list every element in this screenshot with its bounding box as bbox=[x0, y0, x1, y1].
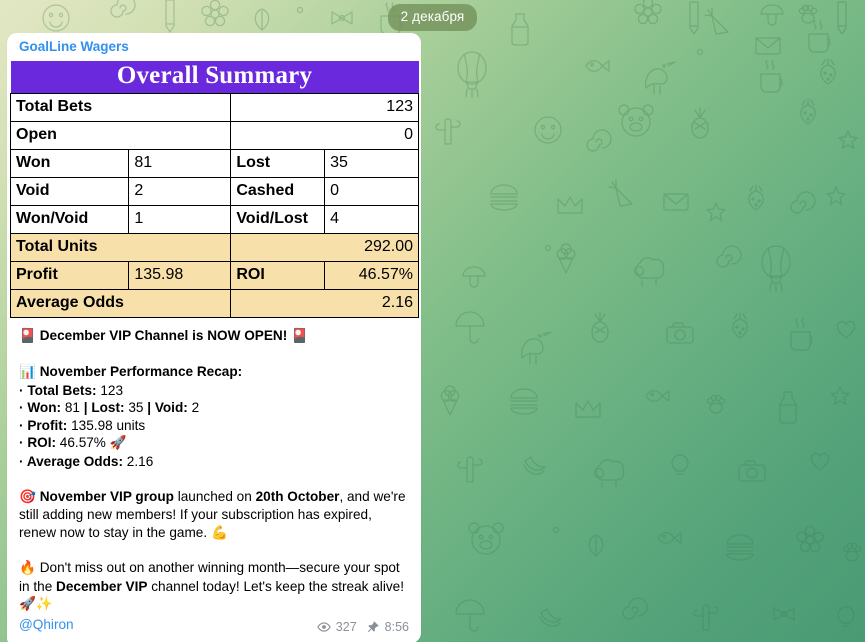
summary-row: Total Units 292.00 bbox=[9, 233, 419, 263]
recap-label: Won: bbox=[27, 400, 62, 416]
summary-row: Average Odds 2.16 bbox=[9, 289, 419, 319]
summary-row: Open 0 bbox=[9, 121, 419, 151]
headline-text: December VIP Channel is NOW OPEN! bbox=[39, 328, 288, 344]
pin-icon bbox=[366, 620, 380, 634]
summary-label: Void bbox=[9, 177, 130, 207]
spacer-2 bbox=[19, 471, 409, 488]
summary-value: 1 bbox=[128, 205, 232, 235]
summary-row: Total Bets 123 bbox=[9, 93, 419, 123]
summary-label-2: Void/Lost bbox=[230, 205, 326, 235]
recap-line: · Average Odds: 2.16 bbox=[19, 453, 409, 471]
bar-chart-icon: 📊 bbox=[19, 363, 36, 380]
recap-value-3: 2 bbox=[187, 400, 200, 416]
rocket-sparkles-icon: 🚀✨ bbox=[19, 596, 53, 613]
summary-value: 81 bbox=[128, 149, 232, 179]
november-vip-group-bold: November VIP group bbox=[39, 488, 174, 504]
paragraph-vip-group: 🎯 November VIP group launched on 20th Oc… bbox=[19, 488, 409, 543]
recap-label: Total Bets: bbox=[27, 382, 97, 398]
recap-label: Profit: bbox=[27, 417, 68, 433]
flower-card-icon-right: 🎴 bbox=[291, 328, 308, 345]
summary-label: Won/Void bbox=[9, 205, 130, 235]
summary-value: 0 bbox=[230, 121, 419, 151]
date-divider-label: 2 декабря bbox=[387, 4, 478, 31]
recap-line: · Profit: 135.98 units bbox=[19, 417, 409, 435]
summary-value: 292.00 bbox=[230, 233, 419, 263]
recap-label-3: | Void: bbox=[147, 400, 188, 416]
summary-label: Average Odds bbox=[9, 289, 232, 319]
summary-label-2: Lost bbox=[230, 149, 326, 179]
summary-label: Profit bbox=[9, 261, 130, 291]
recap-value: 46.57% bbox=[56, 435, 110, 451]
eye-icon bbox=[316, 620, 331, 634]
spacer-1 bbox=[19, 346, 409, 363]
channel-handle-link[interactable]: @Qhiron bbox=[19, 617, 74, 632]
recap-list: · Total Bets: 123 · Won: 81 | Lost: 35 | … bbox=[19, 382, 409, 471]
summary-row: Won 81 Lost 35 bbox=[9, 149, 419, 179]
recap-value-2: 35 bbox=[124, 400, 148, 416]
message-meta: 327 8:56 bbox=[316, 619, 409, 634]
summary-title-row: Overall Summary bbox=[10, 60, 419, 95]
fire-icon: 🔥 bbox=[19, 560, 36, 577]
message-time: 8:56 bbox=[384, 619, 409, 634]
summary-label: Open bbox=[9, 121, 232, 151]
overall-summary-table: Overall Summary Total Bets 123 Open 0 Won 81 Lo… bbox=[9, 60, 419, 319]
headline-line: 🎴 December VIP Channel is NOW OPEN! 🎴 bbox=[19, 327, 409, 346]
recap-line: · Won: 81 | Lost: 35 | Void: 2 bbox=[19, 399, 409, 417]
launch-date-bold: 20th October bbox=[255, 488, 340, 504]
recap-label: ROI: bbox=[27, 435, 57, 451]
summary-label-2: ROI bbox=[230, 261, 326, 291]
paragraph-call-to-action: 🔥 Don't miss out on another winning mont… bbox=[19, 559, 409, 614]
date-divider: 2 декабря bbox=[0, 4, 865, 31]
message-text: 🎴 December VIP Channel is NOW OPEN! 🎴 📊 … bbox=[7, 318, 421, 616]
summary-value-2: 0 bbox=[324, 177, 419, 207]
recap-label-2: | Lost: bbox=[83, 400, 125, 416]
summary-title: Overall Summary bbox=[10, 60, 419, 95]
summary-label-2: Cashed bbox=[230, 177, 326, 207]
flexed-biceps-icon: 💪 bbox=[210, 524, 228, 541]
target-icon: 🎯 bbox=[19, 488, 36, 505]
recap-title-line: 📊 November Performance Recap: bbox=[19, 363, 409, 382]
summary-label: Total Units bbox=[9, 233, 232, 263]
summary-row: Void 2 Cashed 0 bbox=[9, 177, 419, 207]
summary-row: Profit 135.98 ROI 46.57% bbox=[9, 261, 419, 291]
view-count: 327 bbox=[335, 619, 357, 634]
summary-label: Total Bets bbox=[9, 93, 232, 123]
december-vip-bold: December VIP bbox=[56, 578, 148, 594]
para2-mid-text: launched on bbox=[173, 488, 256, 504]
recap-value: 123 bbox=[96, 382, 124, 398]
para3-rest-text: channel today! Let's keep the streak ali… bbox=[147, 578, 404, 594]
rocket-icon: 🚀 bbox=[109, 435, 127, 452]
recap-line: · Total Bets: 123 bbox=[19, 382, 409, 400]
summary-value-2: 4 bbox=[324, 205, 419, 235]
summary-value: 2.16 bbox=[230, 289, 419, 319]
summary-table-image[interactable]: Overall Summary Total Bets 123 Open 0 Won 81 Lo… bbox=[7, 60, 421, 319]
channel-name-label[interactable]: GoalLine Wagers bbox=[7, 33, 421, 61]
recap-title-text: November Performance Recap: bbox=[39, 363, 243, 379]
spacer-3 bbox=[19, 542, 409, 559]
recap-label: Average Odds: bbox=[26, 453, 124, 469]
recap-value: 81 bbox=[61, 400, 84, 416]
summary-value-2: 46.57% bbox=[324, 261, 419, 291]
message-footer: @Qhiron 327 8:56 bbox=[7, 616, 421, 642]
recap-bullet: · bbox=[19, 453, 27, 469]
recap-line: · ROI: 46.57% 🚀 bbox=[19, 434, 409, 453]
flower-card-icon-left: 🎴 bbox=[19, 328, 36, 345]
summary-value: 123 bbox=[230, 93, 419, 123]
summary-value: 2 bbox=[128, 177, 232, 207]
summary-value: 135.98 bbox=[128, 261, 232, 291]
summary-value-2: 35 bbox=[324, 149, 419, 179]
summary-row: Won/Void 1 Void/Lost 4 bbox=[9, 205, 419, 235]
summary-label: Won bbox=[9, 149, 130, 179]
recap-value: 2.16 bbox=[123, 453, 154, 469]
recap-value: 135.98 units bbox=[67, 417, 146, 433]
message-bubble[interactable]: GoalLine Wagers Overall Summary Total Bet… bbox=[7, 33, 421, 642]
